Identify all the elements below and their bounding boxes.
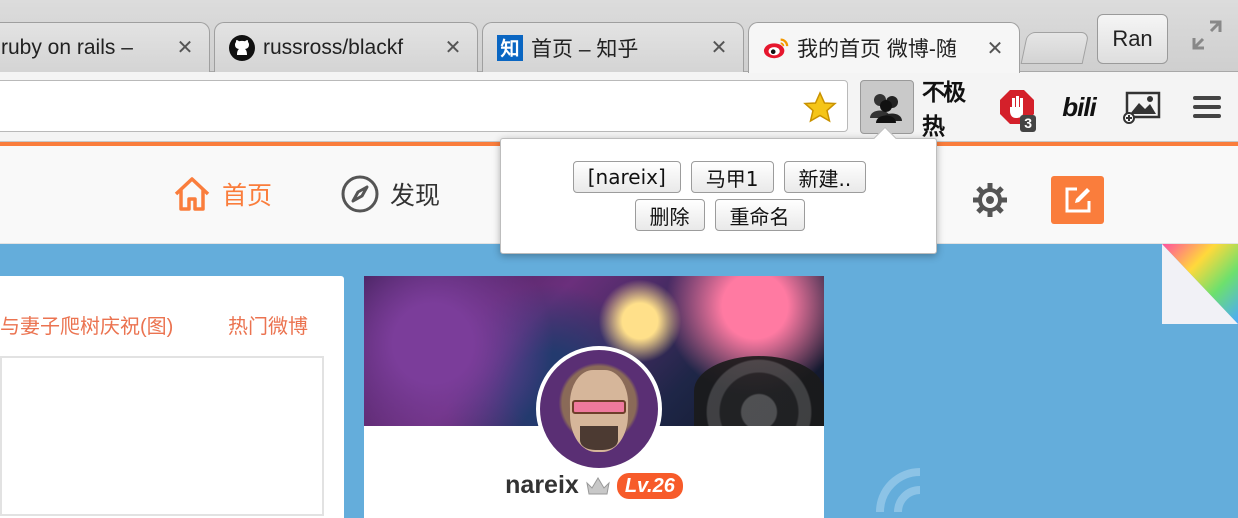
- close-tab-icon[interactable]: ✕: [443, 35, 463, 60]
- weibo-icon: [763, 35, 789, 61]
- account-switcher-extension-icon[interactable]: [860, 80, 914, 134]
- crown-icon[interactable]: [585, 475, 611, 497]
- tab-title: 我的首页 微博-随: [797, 38, 957, 61]
- tab-strip: ruby on rails – ✕ russross/blackf ✕ 知 首页…: [0, 0, 1238, 73]
- chrome-profile-button[interactable]: Ran: [1097, 14, 1168, 64]
- image-extension-icon[interactable]: [1116, 80, 1170, 134]
- nav-home-link[interactable]: 首页: [172, 174, 272, 214]
- fullscreen-icon[interactable]: [1190, 18, 1224, 52]
- account-switcher-popup: [nareix] 马甲1 新建.. 删除 重命名: [500, 126, 938, 254]
- profile-card: nareix Lv.26: [364, 276, 824, 518]
- tab-title: ruby on rails –: [1, 35, 133, 59]
- hot-news-extension-icon[interactable]: 不极热: [922, 79, 976, 139]
- compass-icon: [341, 175, 379, 213]
- settings-gear-icon[interactable]: [970, 180, 1010, 220]
- compose-weibo-button[interactable]: [1051, 176, 1104, 224]
- address-bar[interactable]: [0, 80, 848, 132]
- background-decoration: [876, 468, 921, 513]
- account-button-nareix[interactable]: [nareix]: [572, 161, 681, 193]
- tab-zhihu[interactable]: 知 首页 – 知乎 ✕: [482, 22, 744, 72]
- feed-card: 与妻子爬树庆祝(图) 热门微博: [0, 276, 344, 518]
- zhihu-icon: 知: [497, 34, 523, 61]
- account-button-alt1[interactable]: 马甲1: [690, 161, 774, 193]
- browser-toolbar: 不极热 3 bili: [0, 72, 1238, 142]
- nav-discover-label: 发现: [390, 182, 441, 210]
- github-icon: [229, 34, 255, 61]
- tab-ruby-on-rails[interactable]: ruby on rails – ✕: [0, 22, 210, 72]
- turntable-graphic: [694, 356, 824, 426]
- tab-weibo[interactable]: 我的首页 微博-随 ✕: [748, 22, 1020, 73]
- edit-icon: [1065, 187, 1090, 213]
- close-tab-icon[interactable]: ✕: [709, 35, 729, 60]
- url-input[interactable]: [0, 81, 777, 131]
- compose-textarea[interactable]: [0, 356, 324, 516]
- delete-account-button[interactable]: 删除: [634, 199, 705, 231]
- tab-github-blackfriday[interactable]: russross/blackf ✕: [214, 22, 478, 72]
- home-icon: [174, 177, 210, 211]
- account-actions: 删除 重命名: [501, 199, 938, 231]
- avatar[interactable]: [536, 346, 662, 472]
- chrome-menu-icon[interactable]: [1180, 80, 1234, 134]
- avatar-beard: [580, 426, 618, 450]
- adblock-extension-icon[interactable]: 3: [990, 80, 1044, 134]
- new-account-button[interactable]: 新建..: [783, 161, 867, 193]
- username-row: nareix Lv.26: [364, 471, 824, 500]
- new-tab-button[interactable]: [1020, 32, 1090, 64]
- account-list: [nareix] 马甲1 新建..: [501, 161, 938, 193]
- bilibili-extension-icon[interactable]: bili: [1052, 80, 1106, 134]
- tab-title: 首页 – 知乎: [531, 37, 639, 61]
- adblock-count-badge: 3: [1020, 115, 1036, 132]
- bookmark-star-icon[interactable]: [803, 91, 837, 125]
- level-badge[interactable]: Lv.26: [616, 472, 683, 499]
- username[interactable]: nareix: [505, 471, 579, 500]
- hot-weibo-link[interactable]: 热门微博: [228, 310, 308, 339]
- nav-discover-link[interactable]: 发现: [340, 174, 440, 214]
- corner-fold-decoration: [1162, 244, 1238, 324]
- tab-title: russross/blackf: [263, 35, 404, 59]
- nav-home-label: 首页: [222, 182, 273, 210]
- close-tab-icon[interactable]: ✕: [985, 36, 1005, 61]
- close-tab-icon[interactable]: ✕: [175, 35, 195, 60]
- rename-account-button[interactable]: 重命名: [714, 199, 805, 231]
- avatar-glasses: [572, 400, 626, 414]
- hot-topic-link[interactable]: 与妻子爬树庆祝(图): [0, 310, 173, 339]
